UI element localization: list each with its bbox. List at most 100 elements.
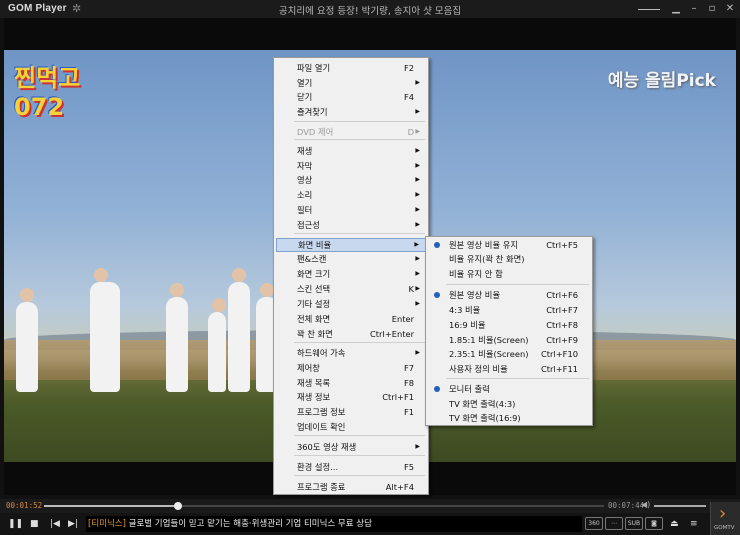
menu-item-label: 스킨 선택 (297, 284, 331, 294)
submenu-item-label: 2.35:1 비율(Screen) (449, 349, 529, 359)
menu-item-label: 닫기 (297, 92, 313, 102)
next-icon[interactable]: ▶| (68, 517, 78, 531)
submenu-item-label: 사용자 정의 비율 (449, 364, 508, 374)
maximize-icon[interactable]: ▫ (706, 3, 718, 15)
minimize-icon[interactable]: – (688, 3, 700, 15)
menu-item[interactable]: 팬&스캔 ▶ (276, 252, 426, 266)
menu-item[interactable]: 전체 화면 Enter (276, 312, 426, 326)
vr-icon[interactable]: 360 (585, 517, 603, 530)
ad-ticker[interactable]: [티미닉스] 글로벌 기업들이 믿고 맡기는 해충·위생관리 기업 티미닉스 무… (86, 516, 582, 532)
menu-item-label: 프로그램 정보 (297, 407, 346, 417)
window-controls: ▁ – ▫ ✕ (638, 2, 736, 16)
submenu-arrow-icon: ▶ (415, 147, 420, 154)
submenu-arrow-icon: ▶ (415, 128, 420, 135)
menu-item[interactable]: 즐겨찾기 ▶ (276, 105, 426, 119)
menu-item[interactable]: 재생 목록 F8 (276, 376, 426, 390)
menu-item-shortcut: Ctrl+Enter (370, 329, 414, 339)
menu-item-shortcut: F5 (403, 462, 414, 472)
menu-item[interactable]: 재생 정보 Ctrl+F1 (276, 390, 426, 404)
menu-item[interactable]: 접근성 ▶ (276, 218, 426, 232)
stop-icon[interactable]: ■ (30, 517, 39, 531)
pin-icon[interactable]: ▁ (670, 3, 682, 15)
submenu-item[interactable]: 원본 영상 비율 유지 Ctrl+F5 (428, 238, 590, 252)
submenu-item-label: 원본 영상 비율 유지 (449, 240, 518, 250)
menu-item-label: 소리 (297, 190, 313, 200)
menu-item[interactable]: 360도 영상 재생 ▶ (276, 440, 426, 454)
menu-item-shortcut: D (407, 127, 414, 137)
menu-item[interactable]: 화면 비율 ▶ (276, 238, 426, 252)
menu-item[interactable]: 프로그램 정보 F1 (276, 405, 426, 419)
submenu-arrow-icon: ▶ (415, 443, 420, 450)
submenu-item[interactable]: 16:9 비율 Ctrl+F8 (428, 318, 590, 332)
menu-item-label: 재생 (297, 146, 313, 156)
submenu-arrow-icon: ▶ (414, 241, 419, 248)
menu-item[interactable]: 업데이트 확인 (276, 420, 426, 434)
submenu-item[interactable]: TV 화면 출력(16:9) (428, 411, 590, 425)
menu-item-shortcut: F1 (403, 407, 414, 417)
eject-icon[interactable]: ⏏ (670, 517, 679, 531)
title-divider (638, 8, 660, 10)
menu-item[interactable]: 환경 설정... F5 (276, 460, 426, 474)
menu-item-label: 꽉 찬 화면 (297, 329, 333, 339)
submenu-item[interactable]: 1.85:1 비율(Screen) Ctrl+F9 (428, 333, 590, 347)
chevron-right-icon: › (719, 503, 727, 524)
submenu-item[interactable]: 2.35:1 비율(Screen) Ctrl+F10 (428, 347, 590, 361)
menu-item-label: 화면 비율 (298, 240, 332, 250)
menu-item-label: 기타 설정 (297, 299, 331, 309)
volume-slider[interactable] (654, 505, 706, 507)
menu-item-shortcut: F2 (403, 63, 414, 73)
menu-item[interactable]: 열기 ▶ (276, 76, 426, 90)
volume-icon[interactable]: ◀) (641, 500, 650, 509)
submenu-item-label: TV 화면 출력(4:3) (449, 399, 516, 409)
menu-item[interactable]: 하드웨어 가속 ▶ (276, 346, 426, 360)
submenu-item[interactable]: 비율 유지 안 함 (428, 267, 590, 281)
scene-person (90, 268, 120, 392)
playlist-icon[interactable]: ⋯ (605, 517, 623, 530)
camera-icon[interactable]: ◙ (645, 517, 663, 530)
submenu-item-shortcut: Ctrl+F5 (546, 240, 578, 250)
seek-track[interactable] (44, 502, 604, 510)
submenu-arrow-icon: ▶ (415, 108, 420, 115)
submenu-arrow-icon: ▶ (415, 300, 420, 307)
menu-icon[interactable]: ≡ (690, 517, 698, 531)
menu-item[interactable]: 재생 ▶ (276, 144, 426, 158)
menu-item[interactable]: 기타 설정 ▶ (276, 297, 426, 311)
menu-item[interactable]: 제어창 F7 (276, 361, 426, 375)
menu-separator (294, 233, 425, 234)
menu-item[interactable]: 화면 크기 ▶ (276, 267, 426, 281)
menu-item[interactable]: 프로그램 종료 Alt+F4 (276, 480, 426, 494)
menu-separator (294, 435, 425, 436)
menu-item-label: 제어창 (297, 363, 320, 373)
submenu-separator (446, 284, 589, 285)
previous-icon[interactable]: |◀ (50, 517, 60, 531)
menu-item[interactable]: 자막 ▶ (276, 159, 426, 173)
submenu-item-shortcut: Ctrl+F11 (540, 364, 578, 374)
pause-icon[interactable]: ❚❚ (8, 517, 23, 531)
menu-item-shortcut: Alt+F4 (385, 482, 414, 492)
menu-item-label: 전체 화면 (297, 314, 331, 324)
menu-item-shortcut: Enter (391, 314, 414, 324)
radio-checked-icon (434, 242, 440, 248)
menu-item-shortcut: F7 (403, 363, 414, 373)
menu-item[interactable]: 영상 ▶ (276, 173, 426, 187)
channel-logo-right: 예능 을림Pick (607, 71, 716, 91)
seek-handle[interactable] (174, 502, 183, 510)
ticker-text: 글로벌 기업들이 믿고 맡기는 해충·위생관리 기업 티미닉스 무료 상담 (128, 519, 372, 529)
menu-item[interactable]: 닫기 F4 (276, 90, 426, 104)
gomtv-button[interactable]: › GOMTV (710, 502, 740, 535)
menu-item[interactable]: 파일 열기 F2 (276, 61, 426, 75)
menu-item-shortcut: K (408, 284, 414, 294)
submenu-item[interactable]: 비율 유지(꽉 찬 화면) (428, 252, 590, 266)
menu-item[interactable]: 꽉 찬 화면 Ctrl+Enter (276, 327, 426, 341)
submenu-item[interactable]: 사용자 정의 비율 Ctrl+F11 (428, 362, 590, 376)
subtitle-button[interactable]: SUB (625, 517, 643, 530)
menu-item[interactable]: 필터 ▶ (276, 203, 426, 217)
submenu-item[interactable]: TV 화면 출력(4:3) (428, 397, 590, 411)
menu-separator (294, 121, 425, 122)
menu-item[interactable]: 스킨 선택 K ▶ (276, 282, 426, 296)
close-icon[interactable]: ✕ (724, 3, 736, 15)
submenu-item[interactable]: 4:3 비율 Ctrl+F7 (428, 303, 590, 317)
menu-item[interactable]: 소리 ▶ (276, 188, 426, 202)
submenu-item[interactable]: 모니터 출력 (428, 382, 590, 396)
submenu-item[interactable]: 원본 영상 비율 Ctrl+F6 (428, 288, 590, 302)
